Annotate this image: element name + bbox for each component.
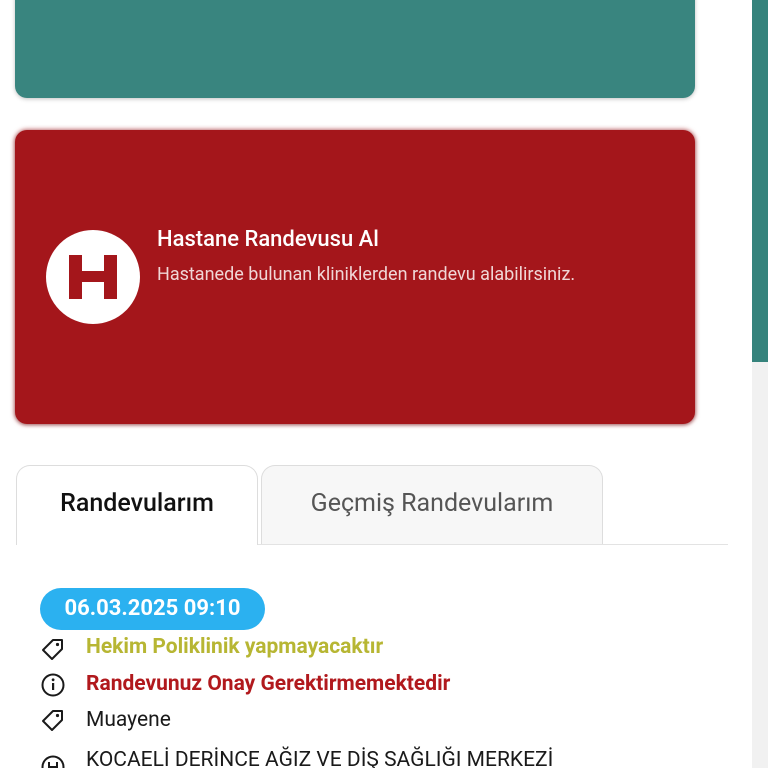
hospital-h-icon bbox=[46, 230, 140, 324]
tab-my-appointments-label: Randevularım bbox=[60, 489, 214, 518]
doctor-status-text: Hekim Poliklinik yapmayacaktır bbox=[86, 635, 384, 659]
info-icon bbox=[41, 673, 65, 697]
h-letter-icon bbox=[69, 255, 117, 299]
hospital-icon bbox=[41, 755, 65, 768]
hospital-name-text: KOCAELİ DERİNCE AĞIZ VE DİŞ SAĞLIĞI MERK… bbox=[86, 748, 554, 768]
appointment-date-badge: 06.03.2025 09:10 bbox=[40, 588, 265, 630]
tag-icon bbox=[42, 639, 63, 660]
tab-my-appointments[interactable]: Randevularım bbox=[16, 465, 258, 545]
hospital-card-title: Hastane Randevusu Al bbox=[157, 227, 379, 252]
hospital-appointment-card[interactable]: Hastane Randevusu Al Hastanede bulunan k… bbox=[15, 130, 695, 424]
app-root: Hastane Randevusu Al Hastanede bulunan k… bbox=[0, 0, 768, 768]
tab-past-appointments[interactable]: Geçmiş Randevularım bbox=[261, 465, 603, 545]
tab-past-appointments-label: Geçmiş Randevularım bbox=[310, 489, 554, 518]
appointment-type-text: Muayene bbox=[86, 708, 171, 732]
teal-service-card[interactable] bbox=[15, 0, 695, 98]
scrollbar-thumb[interactable] bbox=[752, 0, 768, 362]
tab-divider bbox=[258, 544, 728, 545]
tag-icon bbox=[42, 710, 63, 731]
approval-status-text: Randevunuz Onay Gerektirmemektedir bbox=[86, 672, 451, 696]
hospital-card-subtitle: Hastanede bulunan kliniklerden randevu a… bbox=[157, 264, 576, 285]
